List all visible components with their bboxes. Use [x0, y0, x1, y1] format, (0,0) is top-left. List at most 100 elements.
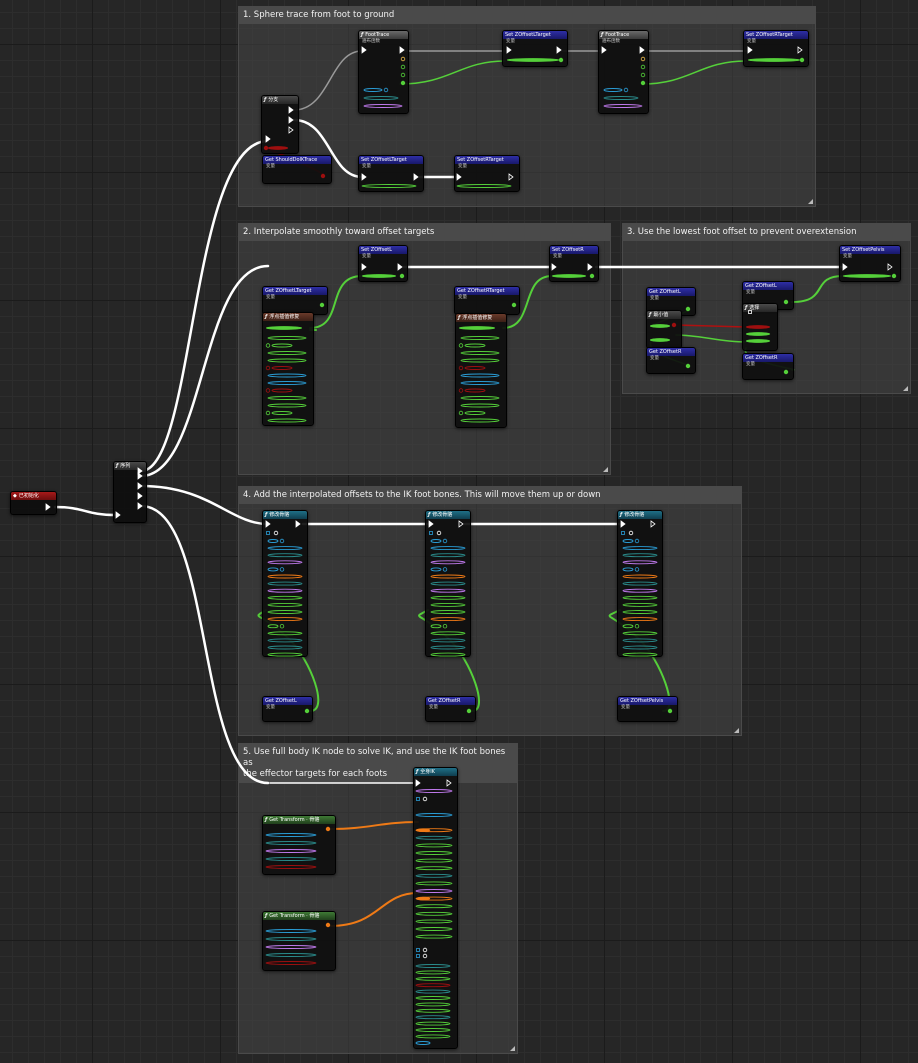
- value-field[interactable]: [622, 617, 658, 622]
- exec-pin[interactable]: [797, 46, 803, 54]
- value-field[interactable]: [267, 539, 279, 543]
- value-field[interactable]: [267, 602, 303, 607]
- value-field[interactable]: [415, 851, 453, 855]
- value-field[interactable]: [267, 373, 307, 378]
- value-field[interactable]: [271, 411, 293, 415]
- value-field-filled[interactable]: [745, 332, 771, 336]
- value-field[interactable]: [265, 857, 317, 861]
- exec-pin[interactable]: [556, 46, 562, 54]
- value-field[interactable]: [430, 546, 466, 551]
- value-field[interactable]: [267, 645, 303, 650]
- exec-pin[interactable]: [265, 135, 271, 143]
- data-pin[interactable]: [422, 947, 428, 953]
- value-field-filled[interactable]: [745, 339, 771, 343]
- value-field[interactable]: [430, 539, 442, 543]
- data-pin[interactable]: [400, 80, 406, 86]
- exec-pin[interactable]: [446, 779, 452, 787]
- value-field[interactable]: [265, 833, 317, 837]
- value-field[interactable]: [622, 581, 658, 586]
- value-field[interactable]: [460, 396, 500, 400]
- exec-pin[interactable]: [137, 482, 143, 490]
- data-pin[interactable]: [634, 567, 640, 572]
- data-pin[interactable]: [511, 302, 517, 308]
- value-field-filled[interactable]: [265, 326, 303, 330]
- value-field[interactable]: [415, 1028, 451, 1032]
- value-field[interactable]: [430, 588, 466, 593]
- value-field[interactable]: [464, 366, 486, 370]
- value-field[interactable]: [415, 904, 453, 909]
- exec-pin[interactable]: [265, 520, 271, 528]
- data-pin[interactable]: [442, 538, 448, 544]
- data-pin[interactable]: [799, 57, 805, 63]
- value-field[interactable]: [603, 96, 639, 100]
- exec-pin[interactable]: [115, 511, 121, 519]
- data-pin[interactable]: [466, 708, 472, 714]
- value-field[interactable]: [460, 418, 500, 423]
- data-pin[interactable]: [319, 302, 325, 308]
- data-pin[interactable]: [634, 538, 640, 544]
- value-field[interactable]: [363, 104, 403, 108]
- data-pin[interactable]: [325, 826, 331, 832]
- value-field[interactable]: [265, 945, 317, 949]
- data-pin[interactable]: [685, 363, 691, 369]
- data-pin[interactable]: [304, 708, 310, 714]
- value-field[interactable]: [622, 539, 634, 543]
- data-pin[interactable]: [442, 567, 448, 572]
- value-field[interactable]: [361, 184, 417, 188]
- exec-pin[interactable]: [361, 263, 367, 271]
- value-field[interactable]: [460, 381, 500, 385]
- data-pin[interactable]: [640, 72, 646, 78]
- checkbox-pin[interactable]: [621, 531, 625, 535]
- value-field[interactable]: [265, 937, 317, 941]
- value-field[interactable]: [267, 553, 303, 558]
- value-field[interactable]: [430, 581, 466, 586]
- value-field[interactable]: [464, 388, 486, 393]
- value-field[interactable]: [265, 849, 317, 853]
- data-pin[interactable]: [783, 299, 789, 305]
- value-field[interactable]: [430, 553, 466, 558]
- value-field[interactable]: [430, 602, 466, 607]
- value-field[interactable]: [460, 358, 500, 363]
- data-pin[interactable]: [671, 322, 677, 328]
- data-pin[interactable]: [422, 796, 428, 802]
- value-field[interactable]: [415, 927, 453, 931]
- value-field[interactable]: [415, 996, 451, 1000]
- data-pin[interactable]: [667, 708, 673, 714]
- value-field-filled[interactable]: [361, 274, 397, 278]
- data-pin[interactable]: [458, 365, 464, 371]
- value-field-filled[interactable]: [649, 338, 671, 342]
- value-field[interactable]: [267, 652, 303, 657]
- value-field[interactable]: [430, 560, 466, 565]
- value-field[interactable]: [622, 567, 634, 572]
- value-field[interactable]: [456, 184, 512, 188]
- data-pin[interactable]: [628, 530, 634, 536]
- data-pin[interactable]: [273, 530, 279, 536]
- data-pin[interactable]: [265, 365, 271, 371]
- data-pin[interactable]: [279, 538, 285, 544]
- value-field[interactable]: [430, 624, 442, 629]
- value-field[interactable]: [430, 595, 466, 600]
- exec-pin[interactable]: [508, 173, 514, 181]
- value-field[interactable]: [415, 881, 453, 886]
- value-field[interactable]: [415, 911, 453, 916]
- value-field[interactable]: [267, 381, 307, 385]
- value-field[interactable]: [430, 610, 466, 614]
- value-field[interactable]: [430, 567, 442, 572]
- data-pin[interactable]: [623, 87, 629, 93]
- value-field[interactable]: [267, 638, 303, 643]
- value-field[interactable]: [267, 336, 307, 340]
- value-field[interactable]: [265, 929, 317, 933]
- exec-pin[interactable]: [551, 263, 557, 271]
- value-field[interactable]: [415, 1008, 451, 1013]
- value-field[interactable]: [622, 595, 658, 600]
- exec-pin[interactable]: [288, 126, 294, 134]
- data-pin[interactable]: [640, 56, 646, 62]
- value-field[interactable]: [363, 88, 383, 92]
- value-field[interactable]: [460, 351, 500, 355]
- value-field[interactable]: [267, 351, 307, 355]
- exec-pin[interactable]: [295, 520, 301, 528]
- value-field[interactable]: [430, 652, 466, 657]
- data-pin[interactable]: [265, 410, 271, 416]
- value-field-filled[interactable]: [747, 58, 801, 62]
- value-field[interactable]: [415, 919, 453, 924]
